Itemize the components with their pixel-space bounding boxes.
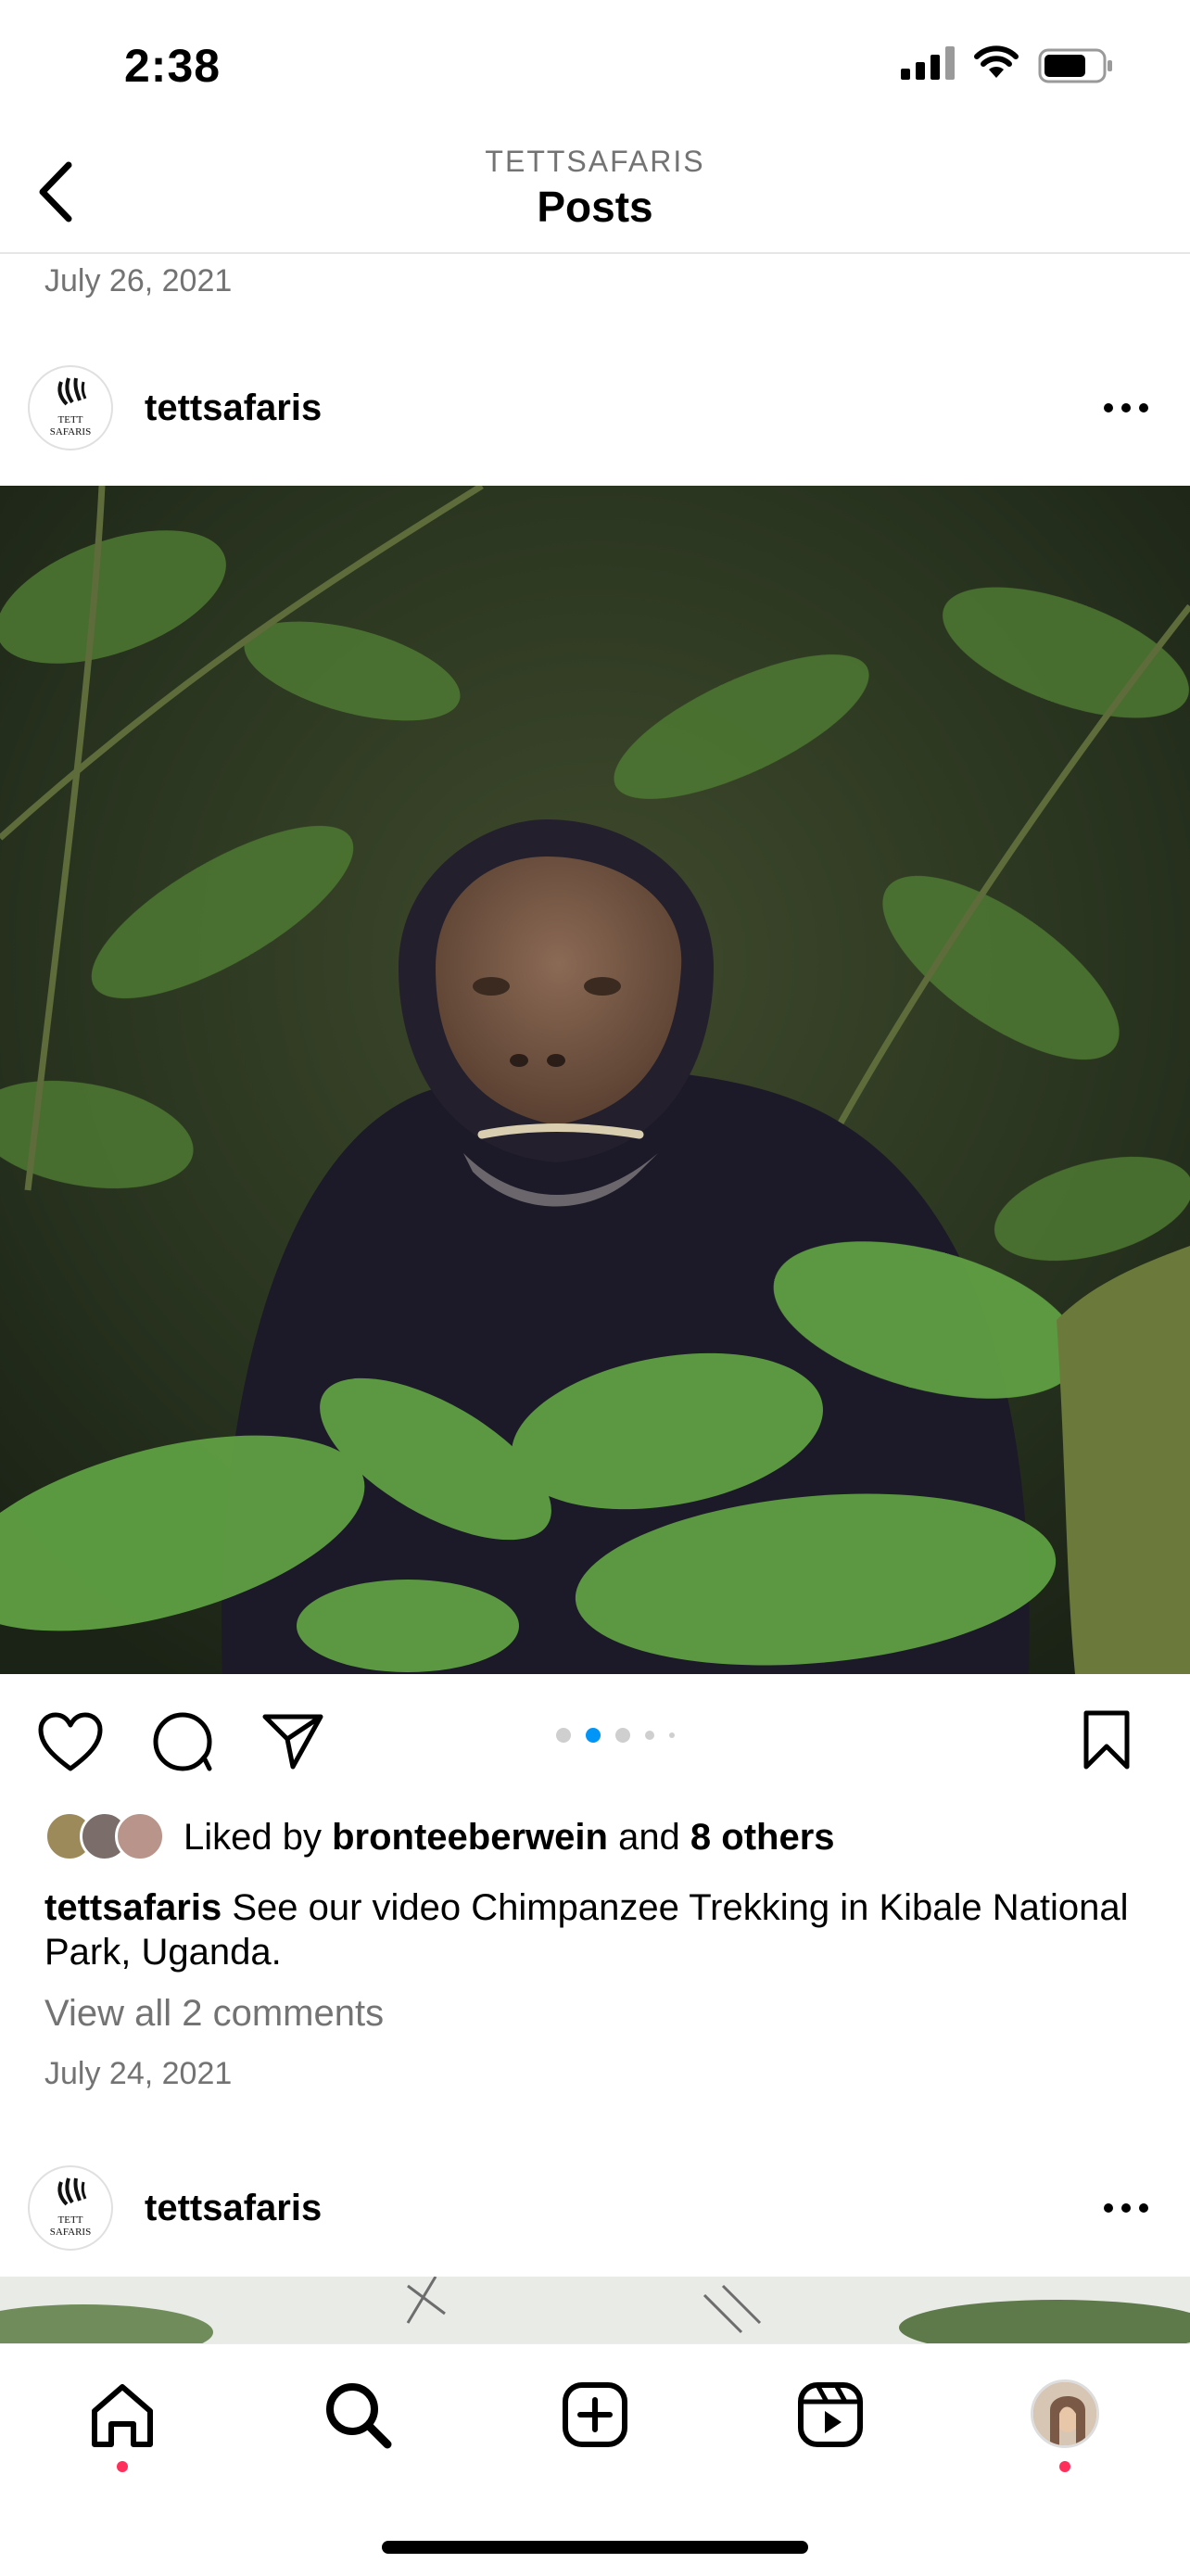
carousel-dot [645, 1731, 654, 1740]
more-options-icon[interactable] [1103, 402, 1149, 413]
next-post-header: TETT SAFARIS tettsafaris [0, 2156, 1190, 2258]
reels-icon[interactable] [793, 2378, 867, 2452]
carousel-indicator [556, 1728, 675, 1743]
save-bookmark-icon[interactable] [1081, 1709, 1133, 1770]
search-icon[interactable] [321, 2378, 395, 2452]
likes-summary[interactable]: Liked by bronteeberwein and 8 others [184, 1817, 835, 1859]
next-post-image[interactable] [0, 2277, 1190, 2343]
post-header: TETT SAFARIS tettsafaris [0, 356, 1190, 458]
previous-post-date: July 26, 2021 [44, 263, 233, 298]
bottom-tab-bar [0, 2343, 1190, 2576]
header-divider [0, 252, 1190, 254]
svg-text:TETT: TETT [58, 414, 83, 425]
liker-avatars[interactable] [44, 1811, 165, 1861]
comment-icon[interactable] [150, 1709, 215, 1774]
page-title: Posts [537, 183, 653, 231]
carousel-dot [556, 1728, 571, 1743]
svg-text:SAFARIS: SAFARIS [50, 2227, 91, 2238]
svg-text:TETT: TETT [58, 2214, 83, 2226]
home-icon[interactable] [85, 2378, 159, 2452]
battery-icon [1038, 48, 1112, 83]
next-post-photo [0, 2277, 1190, 2343]
likes-prefix: Liked by [184, 1817, 333, 1858]
svg-text:SAFARIS: SAFARIS [50, 426, 91, 438]
liker-username[interactable]: bronteeberwein [332, 1817, 608, 1858]
account-avatar[interactable]: TETT SAFARIS [28, 2165, 113, 2251]
post-image-chimpanzee[interactable] [0, 486, 1190, 1674]
likes-connector: and [607, 1817, 690, 1858]
tett-safaris-logo: TETT SAFARIS [50, 377, 91, 438]
likes-others[interactable]: 8 others [690, 1817, 835, 1858]
more-options-icon[interactable] [1103, 2202, 1149, 2214]
profile-photo [1033, 2382, 1096, 2445]
post-username[interactable]: tettsafaris [145, 387, 322, 429]
post-username[interactable]: tettsafaris [145, 2188, 322, 2229]
post-caption: tettsafaris See our video Chimpanzee Tre… [44, 1885, 1147, 1974]
profile-avatar[interactable] [1031, 2379, 1099, 2448]
header-account-name: TETTSAFARIS [485, 145, 705, 178]
tett-safaris-logo: TETT SAFARIS [50, 2177, 91, 2238]
profile-notification-dot [1059, 2461, 1070, 2472]
share-send-icon[interactable] [261, 1711, 324, 1770]
liker-avatar [115, 1811, 165, 1861]
view-comments-link[interactable]: View all 2 comments [44, 1993, 384, 2035]
status-time: 2:38 [124, 40, 222, 92]
account-avatar[interactable]: TETT SAFARIS [28, 365, 113, 450]
chimpanzee-photo [0, 486, 1190, 1674]
home-notification-dot [117, 2461, 128, 2472]
like-heart-icon[interactable] [37, 1711, 104, 1772]
post-date: July 24, 2021 [44, 2056, 233, 2091]
home-indicator[interactable] [382, 2541, 808, 2554]
cellular-signal-icon [901, 46, 955, 80]
new-post-icon[interactable] [558, 2378, 632, 2452]
wifi-icon [974, 45, 1019, 78]
caption-username[interactable]: tettsafaris [44, 1887, 222, 1928]
carousel-dot-active [586, 1728, 601, 1743]
carousel-dot [615, 1728, 630, 1743]
carousel-dot [669, 1732, 675, 1738]
